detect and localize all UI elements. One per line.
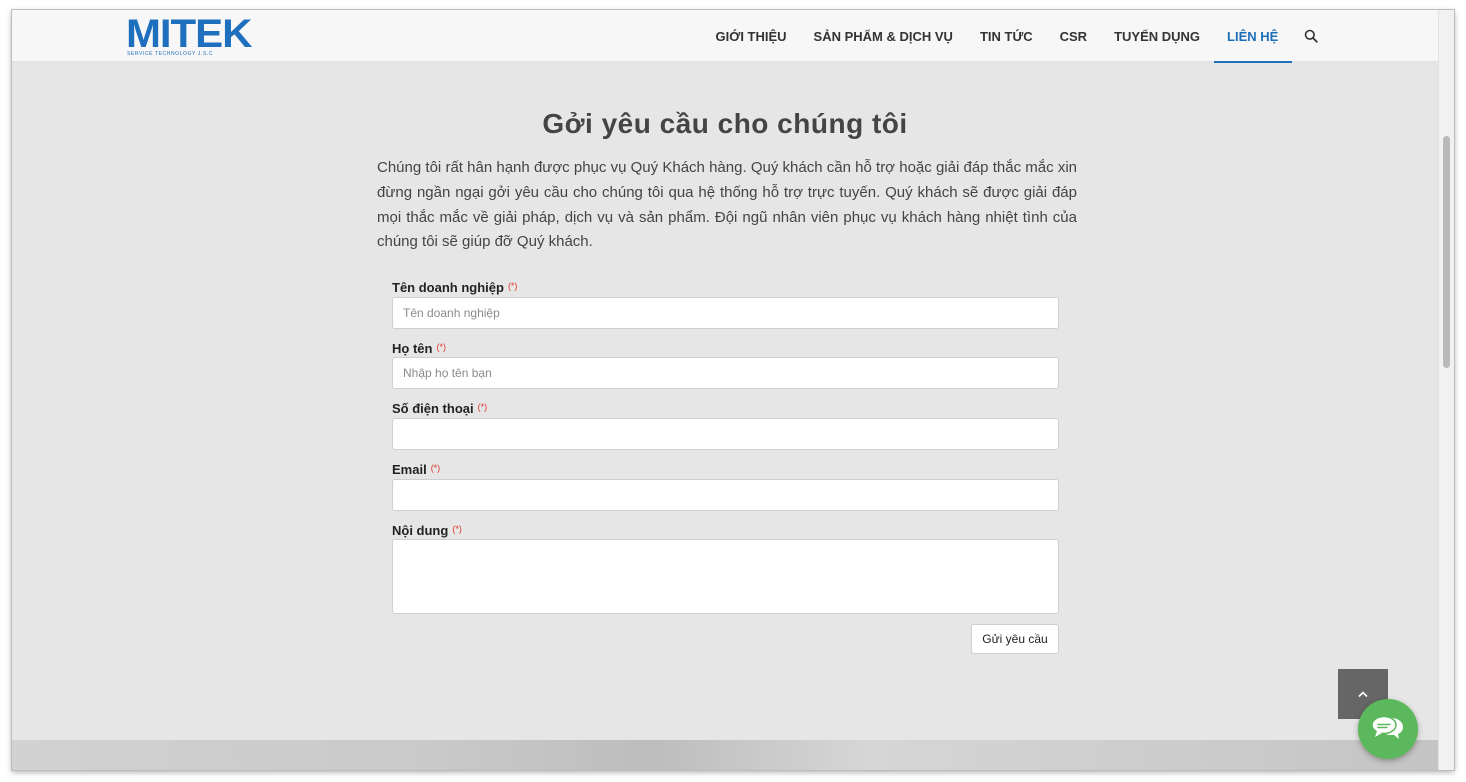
site-header: MITEK SERVICE TECHNOLOGY J.S.C GIỚI THIỆ… bbox=[12, 10, 1438, 63]
nav-item-careers[interactable]: TUYỂN DỤNG bbox=[1101, 10, 1214, 62]
content-label-text: Nội dung bbox=[392, 523, 449, 538]
chat-button[interactable] bbox=[1358, 699, 1418, 759]
email-label-text: Email bbox=[392, 462, 427, 477]
browser-viewport: MITEK SERVICE TECHNOLOGY J.S.C GIỚI THIỆ… bbox=[12, 10, 1454, 770]
nav-item-news[interactable]: TIN TỨC bbox=[966, 10, 1046, 62]
nav-search-button[interactable] bbox=[1292, 10, 1330, 62]
chevron-up-icon bbox=[1358, 691, 1368, 698]
required-mark: (*) bbox=[430, 463, 441, 473]
company-label-text: Tên doanh nghiệp bbox=[392, 280, 504, 295]
phone-field[interactable] bbox=[392, 418, 1059, 450]
site-logo[interactable]: MITEK SERVICE TECHNOLOGY J.S.C bbox=[126, 12, 252, 57]
fullname-field[interactable] bbox=[392, 357, 1059, 389]
email-label: Email (*) bbox=[392, 462, 440, 477]
company-field[interactable] bbox=[392, 297, 1059, 329]
main-nav: GIỚI THIỆU SẢN PHẨM & DỊCH VỤ TIN TỨC CS… bbox=[702, 10, 1330, 63]
required-mark: (*) bbox=[452, 524, 462, 534]
fullname-label-text: Họ tên bbox=[392, 341, 433, 356]
footer-banner bbox=[12, 740, 1438, 770]
chat-bubbles-icon bbox=[1371, 715, 1403, 739]
submit-request-button[interactable]: Gửi yêu cầu bbox=[971, 624, 1059, 654]
page-title: Gởi yêu cầu cho chúng tôi bbox=[542, 108, 908, 139]
phone-label-text: Số điện thoại bbox=[392, 401, 474, 416]
required-mark: (*) bbox=[436, 342, 446, 352]
logo-tagline: SERVICE TECHNOLOGY J.S.C bbox=[127, 51, 214, 57]
search-icon bbox=[1304, 29, 1318, 43]
logo-wordmark: MITEK bbox=[126, 12, 252, 56]
required-mark: (*) bbox=[507, 281, 518, 291]
intro-paragraph: Chúng tôi rất hân hạnh được phục vụ Quý … bbox=[377, 159, 1077, 251]
scrollbar-thumb[interactable] bbox=[1443, 136, 1450, 368]
nav-item-csr[interactable]: CSR bbox=[1046, 10, 1100, 62]
content-label: Nội dung (*) bbox=[392, 523, 462, 538]
fullname-label: Họ tên (*) bbox=[392, 341, 446, 356]
email-field[interactable] bbox=[392, 479, 1059, 511]
nav-item-products-services[interactable]: SẢN PHẨM & DỊCH VỤ bbox=[800, 10, 966, 62]
required-mark: (*) bbox=[477, 402, 488, 412]
page-scrollbar[interactable] bbox=[1438, 10, 1454, 770]
nav-item-about[interactable]: GIỚI THIỆU bbox=[702, 10, 800, 62]
phone-label: Số điện thoại (*) bbox=[392, 401, 487, 416]
company-label: Tên doanh nghiệp (*) bbox=[392, 280, 517, 295]
nav-item-contact[interactable]: LIÊN HỆ bbox=[1213, 10, 1293, 63]
content-textarea[interactable] bbox=[392, 539, 1059, 614]
